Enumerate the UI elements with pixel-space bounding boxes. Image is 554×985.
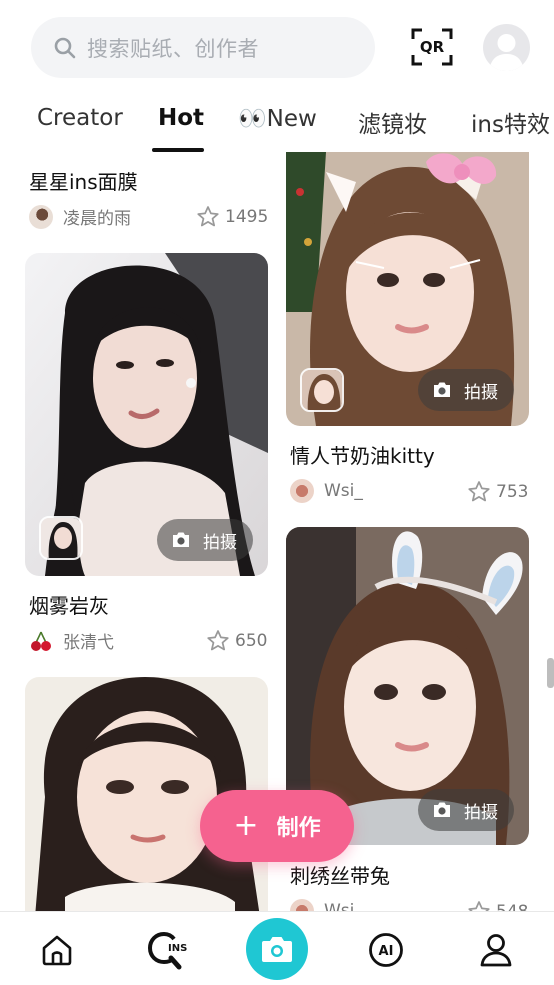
home-icon <box>42 935 72 966</box>
shoot-button[interactable]: 拍摄 <box>418 789 514 831</box>
tab-creator[interactable]: Creator <box>37 105 123 131</box>
search-icon <box>54 37 76 58</box>
search-placeholder: 搜索贴纸、创作者 <box>87 36 259 61</box>
author-avatar <box>29 204 53 229</box>
tab-ins-effects[interactable]: ins特效 <box>471 105 550 139</box>
nav-ins-search[interactable]: INS <box>147 930 191 970</box>
card-author[interactable]: Wsi_ <box>290 479 363 503</box>
likes-count: 753 <box>496 482 529 502</box>
category-tabs: Creator Hot 👀New 滤镜妆 ins特效 <box>0 100 554 152</box>
avatar-placeholder-icon <box>489 34 524 71</box>
card-preview-image[interactable]: 拍摄 <box>25 253 268 576</box>
qr-scan-button[interactable]: QR <box>410 27 454 67</box>
ins-label: INS <box>168 943 187 954</box>
tab-hot[interactable]: Hot <box>158 105 204 131</box>
creator-thumbnail <box>300 368 344 412</box>
camera-icon <box>173 532 189 547</box>
plus-icon: + <box>233 808 259 843</box>
card-preview-image[interactable]: 拍摄 <box>286 152 529 426</box>
bottom-nav: INS AI <box>0 911 554 985</box>
shoot-label: 拍摄 <box>464 802 498 823</box>
cherry-icon <box>29 629 53 653</box>
user-avatar[interactable] <box>483 24 530 71</box>
camera-icon <box>434 382 450 397</box>
card-title: 情人节奶油kitty <box>290 444 435 468</box>
tab-new[interactable]: 👀New <box>238 105 317 132</box>
camera-icon <box>262 937 292 962</box>
card-author[interactable]: 张清弋 <box>29 628 114 653</box>
card-title: 刺绣丝带兔 <box>290 864 390 888</box>
nav-ai[interactable]: AI <box>366 930 406 970</box>
card-likes[interactable]: 753 <box>466 479 528 505</box>
make-button[interactable]: + 制作 <box>200 790 354 862</box>
card-author[interactable]: 凌晨的雨 <box>29 204 131 229</box>
author-name: Wsi_ <box>324 481 363 501</box>
ins-search-icon: INS <box>147 931 187 970</box>
card-likes[interactable]: 1495 <box>195 204 268 230</box>
nav-home[interactable] <box>37 930 77 970</box>
ai-label: AI <box>379 944 394 959</box>
qr-label: QR <box>419 38 445 56</box>
card-title: 烟雾岩灰 <box>29 594 109 618</box>
tab-filter-makeup[interactable]: 滤镜妆 <box>358 105 427 139</box>
likes-count: 650 <box>235 631 268 651</box>
nav-camera[interactable] <box>246 918 308 980</box>
card-likes[interactable]: 650 <box>205 628 267 654</box>
likes-count: 1495 <box>225 207 269 227</box>
author-name: 张清弋 <box>63 633 114 653</box>
shoot-button[interactable]: 拍摄 <box>418 369 514 411</box>
creator-thumbnail <box>39 516 83 560</box>
star-icon <box>207 630 229 651</box>
shoot-button[interactable]: 拍摄 <box>157 519 253 561</box>
card-title: 星星ins面膜 <box>29 170 138 194</box>
nav-profile[interactable] <box>476 930 516 970</box>
make-label: 制作 <box>276 816 321 841</box>
camera-icon <box>434 802 450 817</box>
search-input[interactable]: 搜索贴纸、创作者 <box>31 17 375 78</box>
shoot-label: 拍摄 <box>464 382 498 403</box>
shoot-label: 拍摄 <box>203 532 237 553</box>
author-name: 凌晨的雨 <box>63 209 131 229</box>
author-avatar <box>290 479 314 503</box>
star-icon <box>197 206 219 227</box>
scrollbar-thumb[interactable] <box>547 658 554 688</box>
profile-icon <box>480 934 512 967</box>
ai-icon: AI <box>369 933 403 967</box>
star-icon <box>468 481 490 502</box>
active-tab-indicator <box>152 148 204 152</box>
